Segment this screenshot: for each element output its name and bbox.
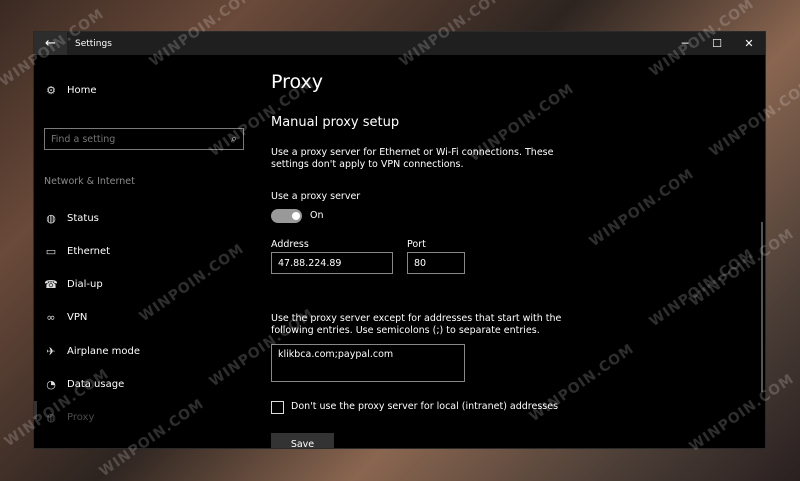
window-title: Settings — [75, 38, 112, 49]
port-input[interactable] — [407, 252, 465, 274]
selected-indicator — [34, 401, 37, 419]
sidebar-item-label: Status — [67, 212, 99, 224]
sidebar-item-airplane-mode[interactable]: ✈ Airplane mode — [44, 342, 140, 360]
globe-icon: ◍ — [46, 211, 56, 225]
sidebar-item-label: Dial-up — [67, 278, 103, 290]
back-arrow-icon: ← — [45, 36, 56, 51]
exceptions-input[interactable]: klikbca.com;paypal.com — [271, 344, 465, 382]
search-input[interactable] — [51, 133, 211, 145]
address-label: Address — [271, 239, 309, 250]
sidebar-item-dialup[interactable]: ☎ Dial-up — [44, 275, 103, 293]
proxy-toggle[interactable] — [271, 209, 302, 223]
sidebar-item-ethernet[interactable]: ▭ Ethernet — [44, 242, 110, 260]
close-button[interactable]: ✕ — [733, 32, 765, 55]
globe-icon: ◍ — [46, 410, 56, 424]
sidebar: ⚙ Home ⌕ Network & Internet ◍ Status ▭ E… — [34, 55, 256, 448]
sidebar-item-vpn[interactable]: ∞ VPN — [44, 308, 87, 326]
port-label: Port — [407, 239, 426, 250]
local-bypass-label: Don't use the proxy server for local (in… — [291, 401, 559, 412]
sidebar-item-home[interactable]: ⚙ Home — [44, 81, 97, 99]
save-button[interactable]: Save — [271, 433, 334, 448]
settings-window: ← Settings ─ ☐ ✕ ⚙ Home ⌕ Network & Inte… — [33, 31, 766, 449]
airplane-icon: ✈ — [46, 344, 56, 358]
back-button[interactable]: ← — [34, 32, 67, 55]
local-bypass-checkbox[interactable] — [271, 401, 284, 414]
maximize-button[interactable]: ☐ — [701, 32, 733, 55]
sidebar-item-label: Proxy — [67, 411, 95, 423]
sidebar-item-label: Data usage — [67, 378, 125, 390]
scrollbar[interactable] — [761, 222, 763, 392]
exceptions-description: Use the proxy server except for addresse… — [271, 313, 562, 336]
sidebar-item-data-usage[interactable]: ◔ Data usage — [44, 375, 124, 393]
sidebar-item-label: Home — [67, 84, 97, 96]
sidebar-item-label: Ethernet — [67, 245, 111, 257]
search-box[interactable]: ⌕ — [44, 128, 244, 150]
title-bar: ← Settings ─ ☐ ✕ — [34, 32, 765, 55]
section-title: Manual proxy setup — [271, 115, 400, 130]
section-label: Network & Internet — [44, 176, 135, 187]
minimize-button[interactable]: ─ — [669, 32, 701, 55]
vpn-icon: ∞ — [46, 310, 56, 324]
page-title: Proxy — [271, 71, 324, 93]
sidebar-item-status[interactable]: ◍ Status — [44, 209, 99, 227]
sidebar-item-label: VPN — [67, 311, 88, 323]
description: Use a proxy server for Ethernet or Wi-Fi… — [271, 147, 554, 170]
toggle-state: On — [310, 210, 324, 221]
address-input[interactable] — [271, 252, 393, 274]
toggle-label: Use a proxy server — [271, 191, 361, 202]
sidebar-item-label: Airplane mode — [67, 345, 141, 357]
toggle-knob — [292, 212, 300, 220]
search-icon[interactable]: ⌕ — [231, 132, 237, 146]
gear-icon: ⚙ — [46, 83, 56, 97]
monitor-icon: ▭ — [45, 244, 57, 258]
main-content: Proxy Manual proxy setup Use a proxy ser… — [271, 55, 751, 448]
sidebar-item-proxy[interactable]: ◍ Proxy — [44, 408, 94, 426]
pie-icon: ◔ — [46, 377, 56, 391]
phone-icon: ☎ — [44, 277, 58, 291]
